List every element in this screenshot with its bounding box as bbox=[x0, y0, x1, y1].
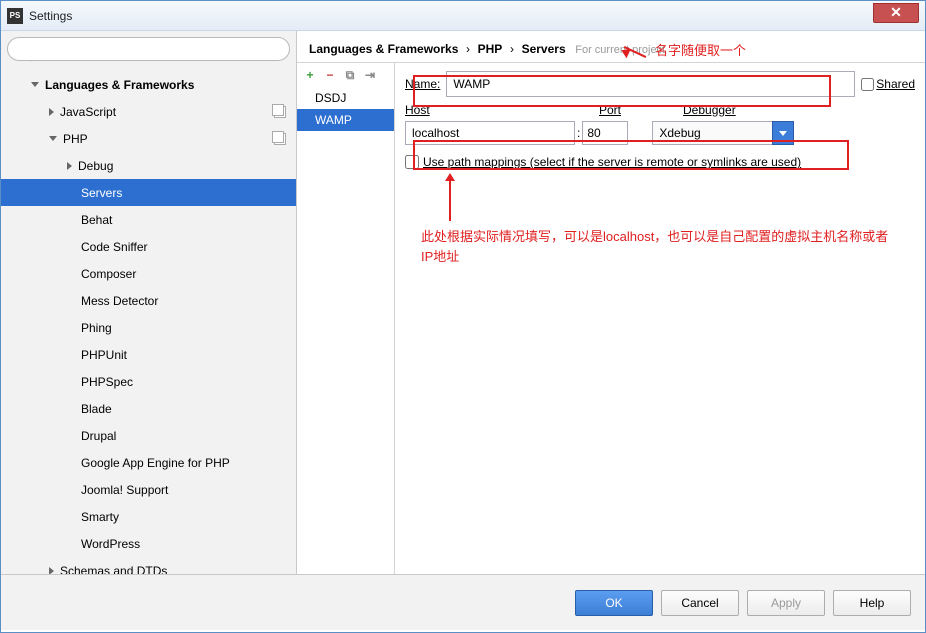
tree-blade[interactable]: Blade bbox=[1, 395, 296, 422]
tree-javascript[interactable]: JavaScript bbox=[1, 98, 296, 125]
tree-label: Smarty bbox=[81, 510, 119, 524]
dropdown-button[interactable] bbox=[772, 121, 794, 145]
tree-phing[interactable]: Phing bbox=[1, 314, 296, 341]
search-input[interactable] bbox=[7, 37, 290, 61]
tree-servers[interactable]: Servers bbox=[1, 179, 296, 206]
name-input[interactable] bbox=[446, 71, 855, 97]
tree-smarty[interactable]: Smarty bbox=[1, 503, 296, 530]
breadcrumb-part: PHP bbox=[478, 42, 503, 56]
tree-phpspec[interactable]: PHPSpec bbox=[1, 368, 296, 395]
server-list: + − ⧉ ⇥ DSDJ WAMP bbox=[297, 63, 395, 574]
tree-behat[interactable]: Behat bbox=[1, 206, 296, 233]
shared-label: Shared bbox=[876, 77, 915, 91]
port-input[interactable] bbox=[582, 121, 628, 145]
tree-php[interactable]: PHP bbox=[1, 125, 296, 152]
tree-messdetector[interactable]: Mess Detector bbox=[1, 287, 296, 314]
dialog-footer: OK Cancel Apply Help bbox=[1, 574, 925, 630]
tree-label: Servers bbox=[81, 186, 122, 200]
tree-label: Debug bbox=[78, 159, 113, 173]
chevron-right-icon bbox=[67, 162, 72, 170]
tree-label: WordPress bbox=[81, 537, 140, 551]
help-button[interactable]: Help bbox=[833, 590, 911, 616]
tree-composer[interactable]: Composer bbox=[1, 260, 296, 287]
tree-label: Code Sniffer bbox=[81, 240, 148, 254]
close-button[interactable]: ✕ bbox=[873, 3, 919, 23]
scope-icon bbox=[274, 133, 286, 145]
debugger-select[interactable]: Xdebug bbox=[652, 121, 794, 145]
annotation-text: 此处根据实际情况填写，可以是localhost，也可以是自己配置的虚拟主机名称或… bbox=[421, 227, 891, 266]
annotation-text: 名字随便取一个 bbox=[655, 40, 746, 59]
breadcrumb-part: Languages & Frameworks bbox=[309, 42, 458, 56]
port-label: Port bbox=[599, 103, 669, 117]
tree-joomla[interactable]: Joomla! Support bbox=[1, 476, 296, 503]
tree-label: Languages & Frameworks bbox=[45, 78, 194, 92]
sidebar: Languages & Frameworks JavaScript PHP De… bbox=[1, 31, 297, 574]
tree-label: PHPSpec bbox=[81, 375, 133, 389]
server-item-dsdj[interactable]: DSDJ bbox=[297, 87, 394, 109]
tree-frameworks[interactable]: Languages & Frameworks bbox=[1, 71, 296, 98]
shared-checkbox[interactable] bbox=[861, 78, 874, 91]
tree-label: PHP bbox=[63, 132, 88, 146]
tree-phpunit[interactable]: PHPUnit bbox=[1, 341, 296, 368]
tree-codesniffer[interactable]: Code Sniffer bbox=[1, 233, 296, 260]
tree-label: JavaScript bbox=[60, 105, 116, 119]
cancel-button[interactable]: Cancel bbox=[661, 590, 739, 616]
tree-label: Google App Engine for PHP bbox=[81, 456, 230, 470]
copy-icon[interactable]: ⧉ bbox=[343, 68, 357, 82]
tree-label: Mess Detector bbox=[81, 294, 158, 308]
tree-gae[interactable]: Google App Engine for PHP bbox=[1, 449, 296, 476]
tree-label: Phing bbox=[81, 321, 112, 335]
remove-icon[interactable]: − bbox=[323, 68, 337, 82]
debugger-value: Xdebug bbox=[652, 121, 772, 145]
import-icon[interactable]: ⇥ bbox=[363, 68, 377, 82]
chevron-right-icon bbox=[49, 567, 54, 575]
chevron-down-icon bbox=[49, 136, 57, 141]
tree-label: Drupal bbox=[81, 429, 116, 443]
tree-label: Blade bbox=[81, 402, 112, 416]
tree-label: PHPUnit bbox=[81, 348, 127, 362]
ok-button[interactable]: OK bbox=[575, 590, 653, 616]
tree-schemas[interactable]: Schemas and DTDs bbox=[1, 557, 296, 574]
tree-label: Composer bbox=[81, 267, 136, 281]
path-mapping-label: Use path mappings (select if the server … bbox=[423, 155, 801, 169]
apply-button[interactable]: Apply bbox=[747, 590, 825, 616]
app-icon: PS bbox=[7, 8, 23, 24]
chevron-down-icon bbox=[31, 82, 39, 87]
add-icon[interactable]: + bbox=[303, 68, 317, 82]
annotation-arrow-icon bbox=[449, 175, 451, 221]
scope-icon bbox=[274, 106, 286, 118]
name-label: Name: bbox=[405, 77, 440, 91]
host-label: Host bbox=[405, 103, 585, 117]
tree-debug[interactable]: Debug bbox=[1, 152, 296, 179]
host-input[interactable] bbox=[405, 121, 575, 145]
host-port-separator: : bbox=[577, 126, 580, 140]
server-item-wamp[interactable]: WAMP bbox=[297, 109, 394, 131]
chevron-right-icon bbox=[49, 108, 54, 116]
chevron-down-icon bbox=[779, 131, 787, 136]
debugger-label: Debugger bbox=[683, 103, 833, 117]
window-title: Settings bbox=[29, 9, 873, 23]
annotation-arrow-icon bbox=[623, 51, 653, 71]
settings-tree: Languages & Frameworks JavaScript PHP De… bbox=[1, 67, 296, 574]
breadcrumb-part: Servers bbox=[522, 42, 566, 56]
server-form: Name: Shared Host Port Debugger bbox=[395, 63, 925, 574]
tree-drupal[interactable]: Drupal bbox=[1, 422, 296, 449]
tree-wordpress[interactable]: WordPress bbox=[1, 530, 296, 557]
tree-label: Joomla! Support bbox=[81, 483, 168, 497]
list-toolbar: + − ⧉ ⇥ bbox=[297, 63, 394, 87]
title-bar: PS Settings ✕ bbox=[1, 1, 925, 31]
tree-label: Schemas and DTDs bbox=[60, 564, 167, 575]
breadcrumb: Languages & Frameworks › PHP › Servers F… bbox=[297, 31, 925, 62]
path-mapping-checkbox[interactable] bbox=[405, 155, 419, 169]
tree-label: Behat bbox=[81, 213, 112, 227]
